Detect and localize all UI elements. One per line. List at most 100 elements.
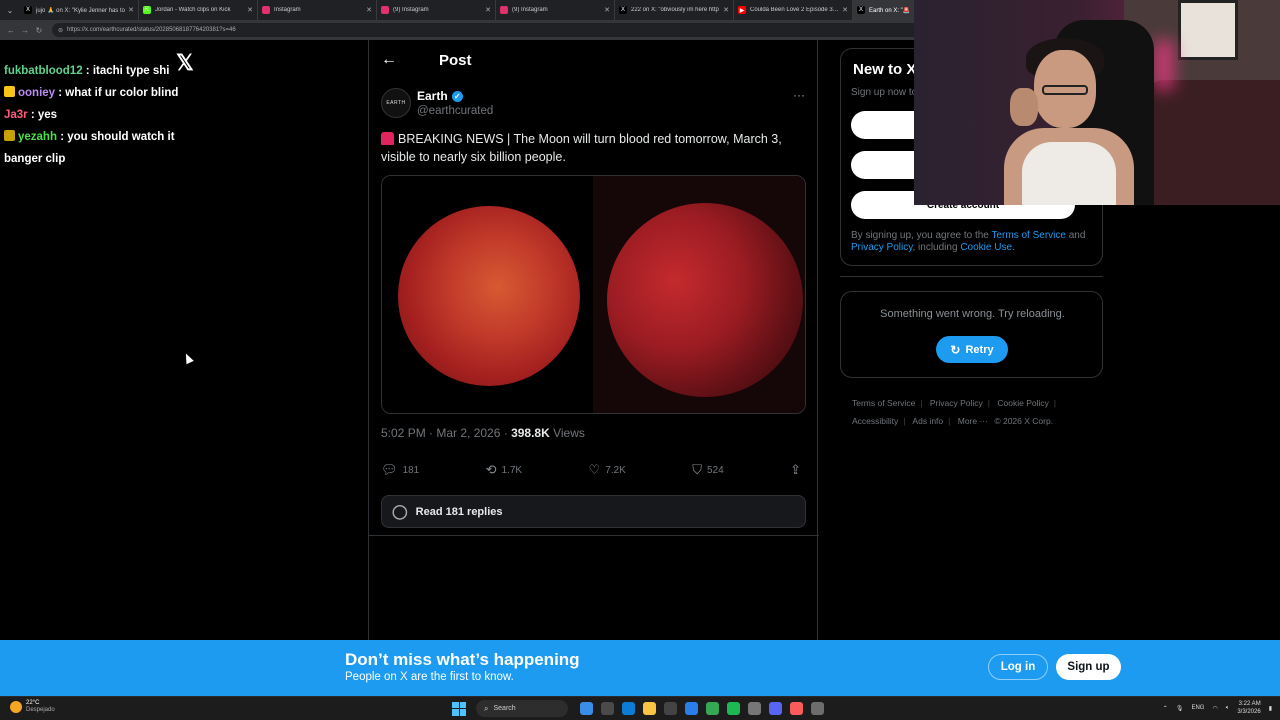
site-info-icon[interactable]: ⊜ xyxy=(58,27,63,34)
system-tray: ⌃ 🎙︎ ENG ◠ 🔈︎ 3:22 AM 3/3/2026 ▮ xyxy=(1155,700,1272,716)
reply-count: 181 xyxy=(402,464,420,476)
tab-close-icon[interactable]: ✕ xyxy=(604,6,610,14)
search-icon: ⌕ xyxy=(484,703,489,713)
taskbar-app-icon[interactable] xyxy=(769,702,782,715)
signup-subtitle: Sign up now to xyxy=(851,87,918,98)
windows-start-icon[interactable] xyxy=(452,701,466,716)
footer-accessibility[interactable]: Accessibility xyxy=(852,416,898,426)
browser-tab[interactable]: (9) Instagram ✕ xyxy=(496,0,615,20)
taskbar-app-icon[interactable] xyxy=(727,702,740,715)
webcam-overlay xyxy=(914,0,1280,205)
tab-close-icon[interactable]: ✕ xyxy=(723,6,729,14)
tray-volume-icon[interactable]: 🔈︎ xyxy=(1226,705,1230,712)
views-count: 398.8K xyxy=(511,426,550,440)
tab-close-icon[interactable]: ✕ xyxy=(366,6,372,14)
author-handle[interactable]: @earthcurated xyxy=(417,105,493,117)
media-image-1[interactable] xyxy=(382,176,593,413)
read-replies-button[interactable]: ◯ Read 181 replies xyxy=(381,495,806,528)
weather-condition: Despejado xyxy=(26,707,55,713)
bookmark-button[interactable]: ⛉ 524 xyxy=(692,462,723,478)
chat-username[interactable]: Ja3r xyxy=(4,109,28,121)
browser-tab[interactable]: X 222 on X: "obviously im here http ✕ xyxy=(615,0,734,20)
tray-mic-icon[interactable]: 🎙︎ xyxy=(1176,705,1184,712)
chat-badge-icon xyxy=(4,86,15,97)
footer-privacy[interactable]: Privacy Policy xyxy=(930,398,983,408)
chat-message: fukbatblood12 : itachi type shi xyxy=(0,60,200,82)
x-logo-icon[interactable]: 𝕏 xyxy=(176,50,194,76)
reload-icon[interactable]: ↻ xyxy=(32,26,46,35)
taskbar-app-icon[interactable] xyxy=(748,702,761,715)
tab-search-icon[interactable]: ⌄ xyxy=(0,0,20,20)
reply-button[interactable]: 💬︎ 181 xyxy=(381,462,419,478)
chat-username[interactable]: fukbatblood12 xyxy=(4,65,83,77)
privacy-link[interactable]: Privacy Policy xyxy=(851,242,913,253)
retry-button[interactable]: ↻ Retry xyxy=(936,336,1008,363)
taskbar-app-icon[interactable] xyxy=(622,702,635,715)
tab-favicon-icon: X xyxy=(619,6,627,14)
tray-language[interactable]: ENG xyxy=(1191,705,1204,711)
chat-username[interactable]: ooniey xyxy=(18,87,55,99)
error-card: Something went wrong. Try reloading. ↻ Re… xyxy=(840,291,1103,378)
like-button[interactable]: ♡ 7.2K xyxy=(589,462,626,478)
footer-more[interactable]: More ··· xyxy=(958,416,988,426)
taskbar-app-icon[interactable] xyxy=(580,702,593,715)
repost-count: 1.7K xyxy=(501,464,523,476)
clock-date: 3/3/2026 xyxy=(1237,709,1261,715)
cookie-link[interactable]: Cookie Use xyxy=(960,242,1012,253)
footer-ads[interactable]: Ads info xyxy=(912,416,943,426)
tab-close-icon[interactable]: ✕ xyxy=(247,6,253,14)
tab-close-icon[interactable]: ✕ xyxy=(128,6,134,14)
browser-tab[interactable]: Instagram ✕ xyxy=(258,0,377,20)
tray-wifi-icon[interactable]: ◠ xyxy=(1212,705,1217,712)
back-nav-icon[interactable]: ← xyxy=(4,26,18,35)
avatar[interactable]: EARTH xyxy=(381,88,411,118)
terms-prefix: By signing up, you agree to the xyxy=(851,230,992,241)
browser-tab[interactable]: ▶ Coulda Been Love 2 Episode 3: Bo ✕ xyxy=(734,0,853,20)
terms-link[interactable]: Terms of Service xyxy=(991,230,1065,241)
chat-text: : yes xyxy=(27,109,58,121)
author-name-link[interactable]: Earth ✓ xyxy=(417,89,463,103)
more-options-icon[interactable]: ··· xyxy=(793,88,805,102)
tray-clock[interactable]: 3:22 AM 3/3/2026 xyxy=(1237,700,1260,716)
tray-chevron-icon[interactable]: ⌃ xyxy=(1163,705,1168,712)
taskbar-search[interactable]: ⌕ Search xyxy=(476,700,568,717)
chat-message: Ja3r : yes xyxy=(0,104,200,126)
tab-title: jujo 🙏 on X: "Kylie Jenner has to xyxy=(36,7,125,14)
weather-widget[interactable]: 22°C Despejado xyxy=(10,700,55,714)
taskbar-app-icon[interactable] xyxy=(601,702,614,715)
chat-badge-icon xyxy=(4,130,15,141)
taskbar-app-icon[interactable] xyxy=(664,702,677,715)
post-time[interactable]: 5:02 PM · Mar 2, 2026 · xyxy=(381,426,511,440)
terms-text: By signing up, you agree to the Terms of… xyxy=(851,230,1095,254)
media-image-2[interactable] xyxy=(593,176,805,413)
url-field[interactable]: ⊜ https://x.com/earthcurated/status/2028… xyxy=(52,23,932,37)
webcam-person-shirt xyxy=(1022,142,1116,205)
tab-close-icon[interactable]: ✕ xyxy=(485,6,491,14)
footer-cookie[interactable]: Cookie Policy xyxy=(997,398,1049,408)
login-banner: Don’t miss what’s happening People on X … xyxy=(0,640,1280,696)
login-button[interactable]: Log in xyxy=(988,654,1048,680)
taskbar-app-icon[interactable] xyxy=(643,702,656,715)
notification-icon[interactable]: ▮ xyxy=(1269,705,1272,712)
share-button[interactable]: ⇪ xyxy=(790,462,806,478)
chat-username[interactable]: yezahh xyxy=(18,131,57,143)
taskbar-app-icon[interactable] xyxy=(811,702,824,715)
repost-button[interactable]: ⟲ 1.7K xyxy=(486,462,522,478)
taskbar-app-icon[interactable] xyxy=(790,702,803,715)
browser-tab[interactable]: (9) Instagram ✕ xyxy=(377,0,496,20)
browser-tab[interactable]: K Jordan - Watch clips on Kick ✕ xyxy=(139,0,258,20)
like-count: 7.2K xyxy=(605,464,626,476)
footer-tos[interactable]: Terms of Service xyxy=(852,398,915,408)
browser-tab[interactable]: Xjujo 🙏 on X: "Kylie Jenner has to ✕ xyxy=(20,0,139,20)
back-arrow-icon[interactable]: ← xyxy=(381,51,415,69)
tweet-media[interactable] xyxy=(381,175,806,414)
taskbar-app-icon[interactable] xyxy=(706,702,719,715)
post-header: ← Post xyxy=(381,50,472,70)
tab-close-icon[interactable]: ✕ xyxy=(842,6,848,14)
forward-nav-icon[interactable]: → xyxy=(18,26,32,35)
signup-button[interactable]: Sign up xyxy=(1056,654,1121,680)
chat-text: : itachi type shi xyxy=(82,65,170,77)
post-metadata: 5:02 PM · Mar 2, 2026 · 398.8K Views xyxy=(381,426,585,440)
retry-label: Retry xyxy=(965,343,994,356)
taskbar-app-icon[interactable] xyxy=(685,702,698,715)
